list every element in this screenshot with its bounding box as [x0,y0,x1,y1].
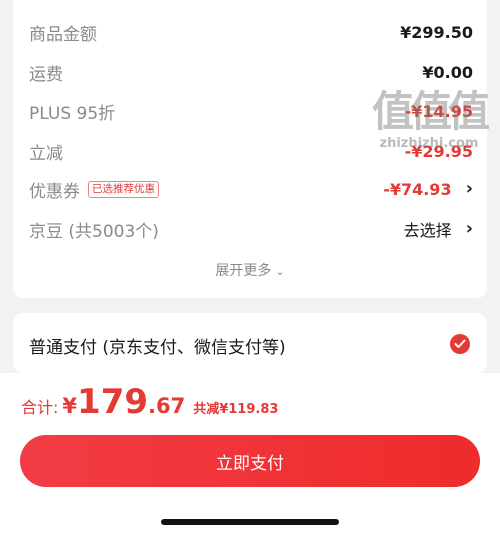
row-jingdou[interactable]: 京豆 (共5003个) 去选择 › [29,214,473,244]
jingdou-value-group: 去选择 › [404,217,473,241]
goods-amount-value: ¥299.50 [400,22,473,42]
home-indicator [161,519,339,525]
checkout-bar: 合计: ¥ 179 .67 共减¥119.83 立即支付 [0,373,500,538]
row-goods-amount: 商品金额 ¥299.50 [29,17,473,47]
coupon-value-group: -¥74.93 › [383,180,473,199]
payment-method-label: 普通支付 (京东支付、微信支付等) [29,338,286,358]
expand-more-label: 展开更多 [215,263,272,279]
row-shipping: 运费 ¥0.00 [29,57,473,87]
coupon-label-group: 优惠券 已选推荐优惠 [29,177,159,202]
chevron-down-icon: ⌄ [275,265,285,278]
payment-method-card[interactable]: 普通支付 (京东支付、微信支付等) [13,313,487,373]
plus-discount-label: PLUS 95折 [29,103,116,124]
row-coupon[interactable]: 优惠券 已选推荐优惠 -¥74.93 › [29,174,473,204]
watermark-glyphs: 值值值 [371,87,490,136]
coupon-value: -¥74.93 [383,179,452,199]
jingdou-label: 京豆 (共5003个) [29,221,159,242]
total-line: 合计: ¥ 179 .67 共减¥119.83 [21,379,278,425]
total-label: 合计: [21,398,59,417]
shipping-label: 运费 [29,64,63,85]
expand-more-button[interactable]: 展开更多 ⌄ [13,260,487,280]
instant-discount-label: 立减 [29,143,63,164]
shipping-value: ¥0.00 [422,62,473,82]
coupon-recommended-tag: 已选推荐优惠 [88,180,159,198]
watermark-logo: 值值值 zhizhizhi.com [371,87,490,152]
total-decimal: .67 [148,394,186,418]
jingdou-select: 去选择 [403,221,452,240]
total-saved: 共减¥119.83 [193,402,279,417]
watermark-url: zhizhizhi.com [379,136,479,151]
pay-now-button[interactable]: 立即支付 [20,435,480,487]
total-integer: 179 [77,382,149,422]
total-currency: ¥ [62,394,78,418]
check-icon[interactable] [450,334,470,354]
goods-amount-label: 商品金额 [29,24,97,45]
chevron-right-icon: › [465,178,473,199]
chevron-right-icon: › [465,218,473,239]
coupon-label: 优惠券 [29,181,80,202]
